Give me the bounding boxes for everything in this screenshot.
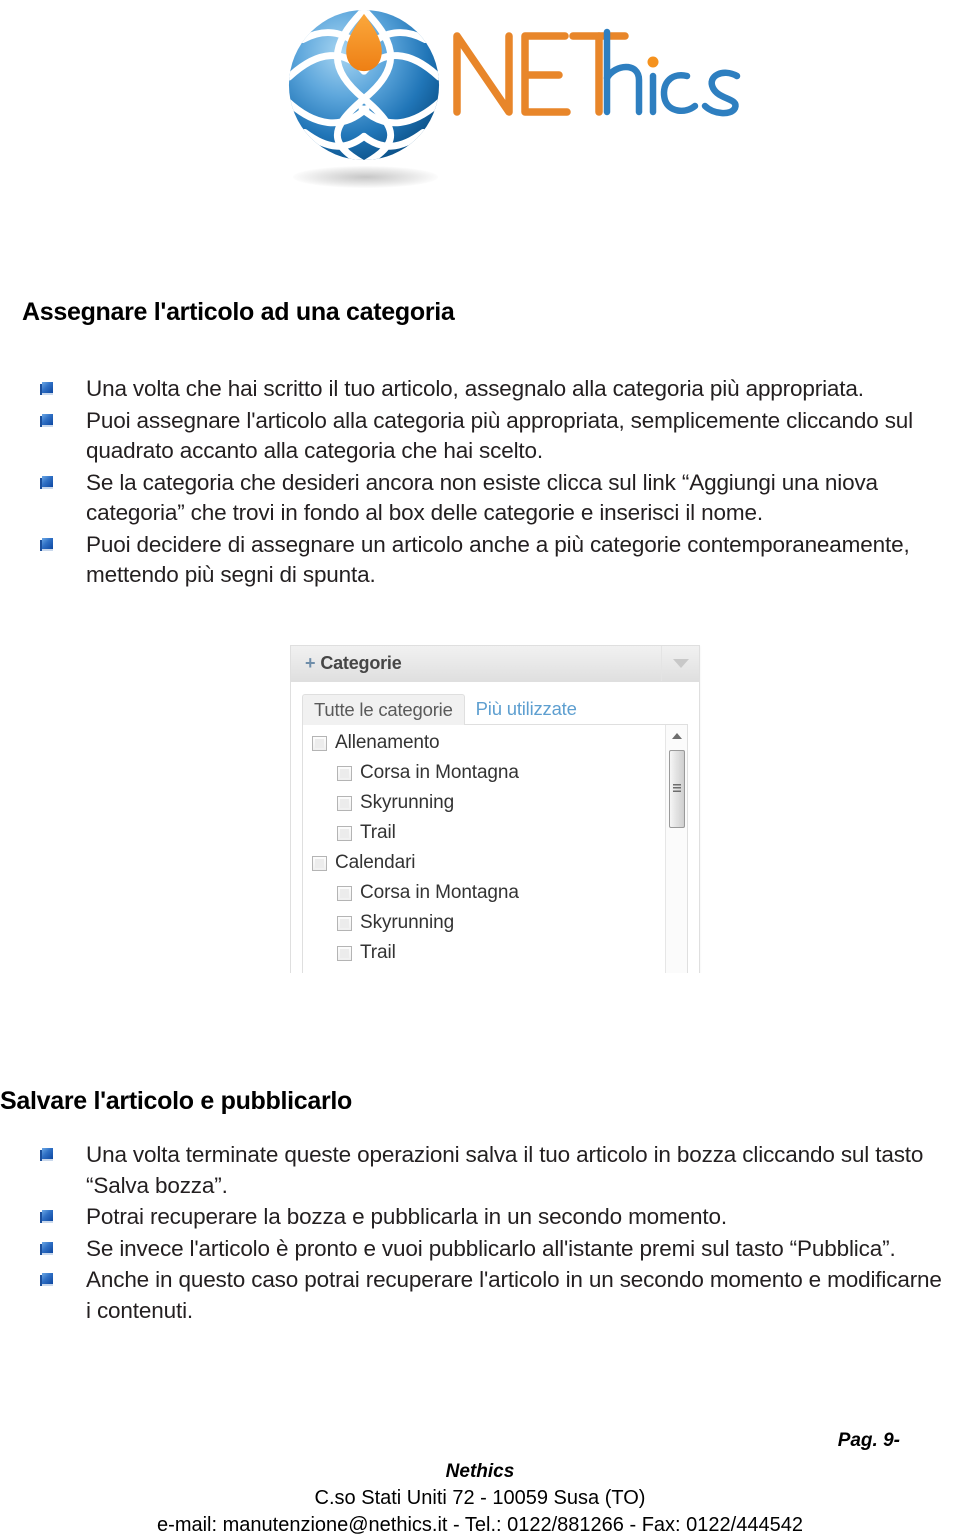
category-tabs: Tutte le categorie Più utilizzate [302, 693, 688, 726]
metabox-title-text: Categorie [320, 653, 402, 673]
list-item[interactable]: Trail [312, 822, 665, 852]
list-item: Se invece l'articolo è pronto e vuoi pub… [36, 1234, 944, 1265]
list-item: Puoi decidere di assegnare un articolo a… [36, 530, 944, 591]
bullet-square-icon [40, 1273, 53, 1286]
chevron-down-icon [673, 659, 689, 668]
list-item: Potrai recuperare la bozza e pubblicarla… [36, 1202, 944, 1233]
category-checklist: Allenamento Corsa in Montagna Skyrunning… [303, 732, 665, 972]
list-item-text: Una volta che hai scritto il tuo articol… [86, 376, 864, 401]
metabox-title: + Categorie [305, 653, 402, 674]
bullet-list-assegnare: Una volta che hai scritto il tuo articol… [36, 374, 944, 592]
checkbox-skyrunning[interactable] [337, 796, 352, 811]
metabox-inside: Tutte le categorie Più utilizzate Allenam… [291, 682, 699, 973]
document-header [0, 0, 960, 200]
category-list-scrollbar[interactable] [665, 725, 687, 973]
list-item[interactable]: Trail [312, 942, 665, 972]
metabox-toggle-button[interactable] [661, 646, 699, 681]
checkbox-corsa-in-montagna-2[interactable] [337, 886, 352, 901]
checkbox-trail-2[interactable] [337, 946, 352, 961]
list-item: Una volta che hai scritto il tuo articol… [36, 374, 944, 405]
category-label: Skyrunning [360, 792, 455, 813]
bullet-square-icon [40, 413, 53, 427]
list-item: Una volta terminate queste operazioni sa… [36, 1140, 944, 1201]
footer-contact-block: Nethics C.so Stati Uniti 72 - 10059 Susa… [0, 1458, 960, 1539]
checkbox-trail[interactable] [337, 826, 352, 841]
list-item[interactable]: Skyrunning [312, 792, 665, 822]
list-item[interactable]: Corsa in Montagna [312, 882, 665, 912]
list-item[interactable]: Skyrunning [312, 912, 665, 942]
bullet-square-icon [40, 537, 53, 551]
scrollbar-thumb[interactable] [669, 750, 685, 828]
list-item-text: Puoi decidere di assegnare un articolo a… [86, 531, 910, 588]
list-item-text: Se la categoria che desideri ancora non … [86, 469, 878, 526]
bullet-square-icon [40, 475, 53, 489]
list-item-text: Una volta terminate queste operazioni sa… [86, 1142, 924, 1198]
footer-address: C.so Stati Uniti 72 - 10059 Susa (TO) [314, 1487, 646, 1509]
tab-tutte-le-categorie[interactable]: Tutte le categorie [302, 694, 465, 726]
category-label: Skyrunning [360, 912, 455, 933]
footer-company-name: Nethics [445, 1461, 515, 1482]
categories-metabox-screenshot: + Categorie Tutte le categorie Più utilizz… [290, 645, 702, 973]
page-title-salvare-pubblicarlo: Salvare l'articolo e pubblicarlo [0, 1086, 353, 1115]
list-item-text: Potrai recuperare la bozza e pubblicarla… [86, 1204, 727, 1229]
nethics-wordmark [453, 28, 741, 117]
category-label: Corsa in Montagna [360, 762, 519, 783]
checkbox-skyrunning-2[interactable] [337, 916, 352, 931]
bullet-square-icon [40, 1148, 53, 1161]
list-item: Puoi assegnare l'articolo alla categoria… [36, 406, 944, 467]
logo-shadow [293, 166, 438, 188]
logo-i-dot [647, 56, 659, 68]
checkbox-corsa-in-montagna[interactable] [337, 766, 352, 781]
scrollbar-thumb-grip-icon [673, 784, 681, 792]
list-item: Anche in questo caso potrai recuperare l… [36, 1265, 944, 1326]
category-label: Calendari [335, 852, 416, 873]
bullet-list-salvare: Una volta terminate queste operazioni sa… [36, 1140, 944, 1327]
list-item[interactable]: Allenamento [312, 732, 665, 762]
checkbox-allenamento[interactable] [312, 736, 327, 751]
list-item-text: Se invece l'articolo è pronto e vuoi pub… [86, 1235, 896, 1261]
globe-network-icon [288, 9, 440, 161]
scroll-up-arrow-icon[interactable] [672, 733, 682, 739]
page-title-assegnare-categoria: Assegnare l'articolo ad una categoria [22, 297, 455, 326]
list-item[interactable]: Calendari [312, 852, 665, 882]
list-item: Se la categoria che desideri ancora non … [36, 468, 944, 529]
list-item[interactable]: Corsa in Montagna [312, 762, 665, 792]
page-number: Pag. 9- [837, 1430, 900, 1451]
checkbox-calendari[interactable] [312, 856, 327, 871]
bullet-square-icon [40, 382, 53, 395]
metabox-handle[interactable]: + Categorie [291, 646, 699, 682]
list-item-text: Puoi assegnare l'articolo alla categoria… [86, 407, 914, 464]
category-label: Corsa in Montagna [360, 882, 519, 903]
category-list-wrapper: Allenamento Corsa in Montagna Skyrunning… [302, 725, 688, 973]
categories-metabox: + Categorie Tutte le categorie Più utilizz… [290, 645, 700, 973]
bullet-square-icon [40, 1241, 53, 1255]
plus-icon: + [305, 653, 316, 673]
nethics-logo [285, 2, 745, 192]
category-label: Trail [360, 942, 396, 963]
category-label: Allenamento [335, 732, 440, 753]
tab-piu-utilizzate[interactable]: Più utilizzate [465, 694, 588, 724]
category-label: Trail [360, 822, 396, 843]
bullet-square-icon [40, 1210, 53, 1223]
list-item-text: Anche in questo caso potrai recuperare l… [86, 1267, 942, 1323]
